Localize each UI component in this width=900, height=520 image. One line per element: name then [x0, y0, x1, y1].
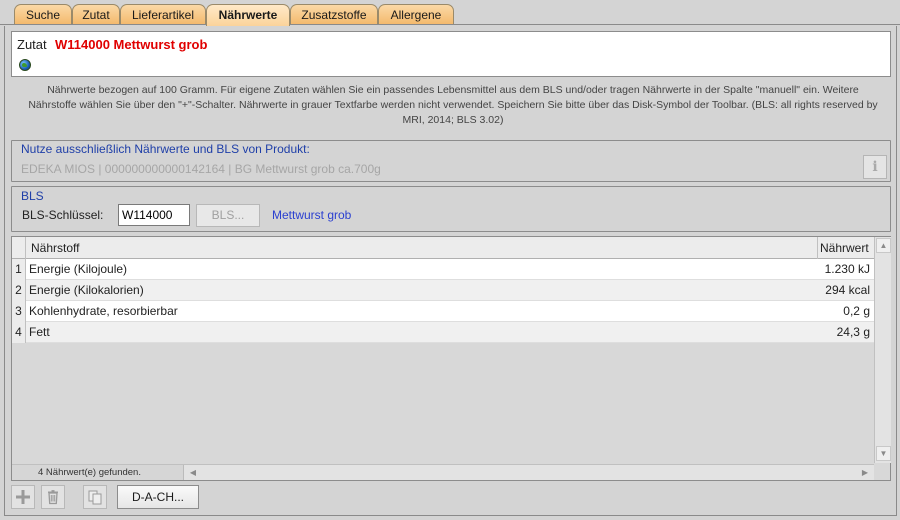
- scroll-left-icon[interactable]: ◀: [186, 465, 200, 480]
- bls-key-label: BLS-Schlüssel:: [22, 208, 104, 222]
- trash-icon[interactable]: [41, 485, 65, 509]
- produkt-legend: Nutze ausschließlich Nährwerte und BLS v…: [21, 142, 310, 156]
- tab-suche[interactable]: Suche: [14, 4, 72, 25]
- cell-naehrstoff: Energie (Kilokalorien): [29, 283, 144, 297]
- bls-key-input[interactable]: [118, 204, 190, 226]
- table-header: Nährstoff Nährwert: [12, 237, 874, 259]
- zutat-label: Zutat: [17, 37, 47, 52]
- copy-icon[interactable]: [83, 485, 107, 509]
- cell-naehrwert: 294 kcal: [825, 283, 870, 297]
- bls-button[interactable]: BLS...: [196, 204, 260, 227]
- tab-bar: Suche Zutat Lieferartikel Nährwerte Zusa…: [0, 0, 900, 26]
- tab-zusatzstoffe[interactable]: Zusatzstoffe: [290, 4, 378, 25]
- info-text: Nährwerte bezogen auf 100 Gramm. Für eig…: [28, 84, 878, 126]
- column-header-naehrwert[interactable]: Nährwert: [818, 237, 874, 259]
- bls-name-link[interactable]: Mettwurst grob: [272, 208, 351, 222]
- row-number: 1: [12, 259, 26, 280]
- dach-button[interactable]: D-A-CH...: [117, 485, 199, 509]
- produkt-value: EDEKA MIOS | 000000000000142164 | BG Met…: [21, 162, 381, 176]
- row-number-header: [12, 237, 26, 259]
- row-number: 4: [12, 322, 26, 343]
- table-row[interactable]: 1 Energie (Kilojoule) 1.230 kJ: [12, 259, 874, 280]
- scroll-down-icon[interactable]: ▼: [876, 446, 891, 461]
- globe-icon[interactable]: [19, 59, 31, 71]
- row-number: 3: [12, 301, 26, 322]
- cell-naehrwert: 24,3 g: [836, 325, 870, 339]
- tab-zutat[interactable]: Zutat: [72, 4, 120, 25]
- produkt-fieldset: Nutze ausschließlich Nährwerte und BLS v…: [11, 140, 891, 182]
- naehrwerte-panel: Zutat W114000 Mettwurst grob Nährwerte b…: [4, 26, 897, 516]
- table-statusbar: 4 Nährwert(e) gefunden. ◀ ▶: [12, 464, 874, 480]
- row-number: 2: [12, 280, 26, 301]
- table-row[interactable]: 3 Kohlenhydrate, resorbierbar 0,2 g: [12, 301, 874, 322]
- table-row[interactable]: 2 Energie (Kilokalorien) 294 kcal: [12, 280, 874, 301]
- zutat-name: W114000 Mettwurst grob: [55, 37, 208, 52]
- bls-fieldset: BLS BLS-Schlüssel: BLS... Mettwurst grob: [11, 186, 891, 232]
- cell-naehrstoff: Fett: [29, 325, 50, 339]
- cell-naehrstoff: Kohlenhydrate, resorbierbar: [29, 304, 178, 318]
- scroll-right-icon[interactable]: ▶: [858, 465, 872, 480]
- zutat-header: Zutat W114000 Mettwurst grob: [11, 31, 891, 77]
- table-row[interactable]: 4 Fett 24,3 g: [12, 322, 874, 343]
- status-text: 4 Nährwert(e) gefunden.: [12, 465, 184, 480]
- scroll-up-icon[interactable]: ▲: [876, 238, 891, 253]
- bls-legend: BLS: [21, 189, 44, 203]
- tab-lieferartikel[interactable]: Lieferartikel: [120, 4, 206, 25]
- tab-allergene[interactable]: Allergene: [378, 4, 454, 25]
- naehrwerte-table: Nährstoff Nährwert 1 Energie (Kilojoule)…: [11, 236, 891, 481]
- info-button[interactable]: i: [863, 155, 887, 179]
- vertical-scrollbar[interactable]: ▲ ▼: [874, 237, 891, 463]
- column-header-naehrstoff[interactable]: Nährstoff: [26, 237, 818, 259]
- cell-naehrwert: 1.230 kJ: [824, 262, 870, 276]
- cell-naehrstoff: Energie (Kilojoule): [29, 262, 128, 276]
- cell-naehrwert: 0,2 g: [843, 304, 870, 318]
- tab-naehrwerte[interactable]: Nährwerte: [206, 4, 290, 26]
- plus-icon[interactable]: [11, 485, 35, 509]
